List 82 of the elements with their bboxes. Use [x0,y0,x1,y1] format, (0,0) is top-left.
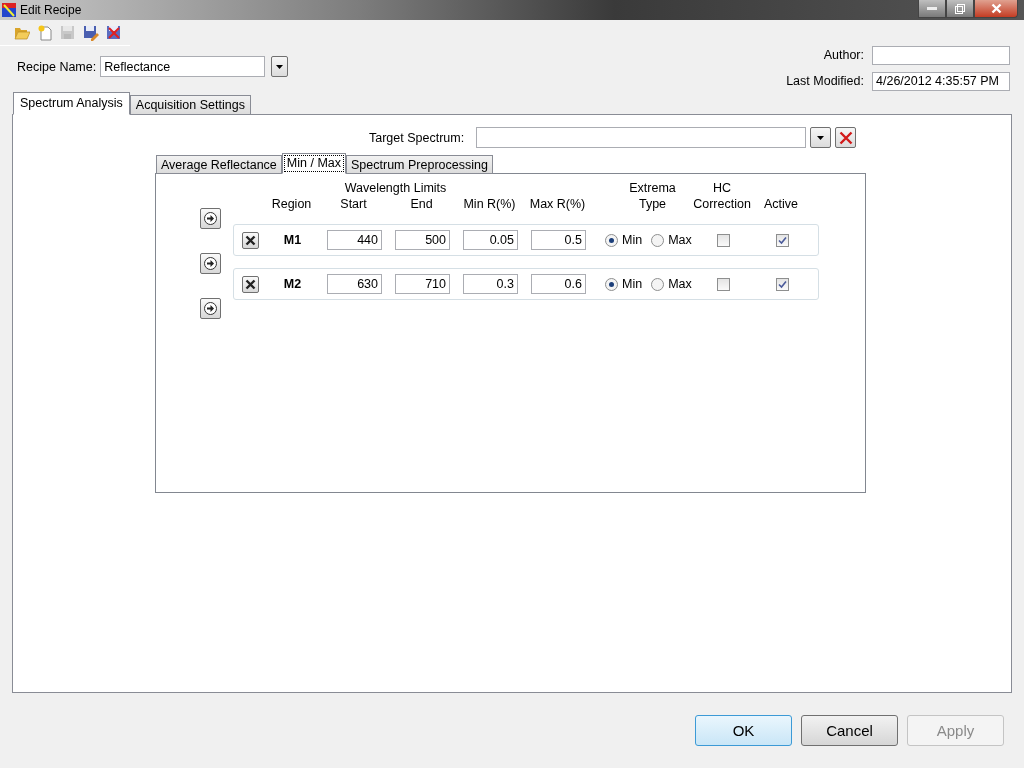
recipe-name-combo[interactable]: Reflectance [100,56,266,77]
end-field[interactable]: 500 [395,230,450,250]
end-field[interactable]: 710 [395,274,450,294]
radio-button[interactable] [651,233,665,247]
column-group-header: Wavelength Limits [343,180,448,196]
column-header: Region [271,196,312,212]
radio-button[interactable] [605,233,618,247]
max-r-field[interactable]: 0.5 [531,230,586,250]
checkmark-icon [777,235,787,245]
dialog-button[interactable]: Cancel [801,715,898,746]
start-field[interactable]: 630 [327,274,382,294]
max-r-field[interactable]: 0.6 [531,274,586,294]
radio-option[interactable]: Max [651,277,692,291]
floppy-pencil-icon [82,24,99,41]
column-header: End [410,196,433,212]
arrow-right-icon [204,257,217,270]
min-r-field[interactable]: 0.05 [463,230,518,250]
radio-button[interactable] [651,277,665,291]
column-header: HC Correction [693,180,751,212]
tab[interactable]: Spectrum Analysis [13,92,130,115]
insert-row-button[interactable] [200,298,221,319]
column-header: Extrema Type [629,180,676,212]
close-icon [990,3,1002,14]
radio-option[interactable]: Min [605,233,643,247]
minimize-icon [927,7,937,10]
dialog-button[interactable]: OK [695,715,792,746]
radio-option[interactable]: Max [651,233,692,247]
minimize-button[interactable] [918,0,946,18]
region-name: M2 [282,277,303,291]
last-modified-field[interactable]: 4/26/2012 4:35:57 PM [872,71,1010,91]
tab[interactable]: Spectrum Preprocessing [346,155,493,174]
column-header: Active [763,196,798,212]
radio-label: Max [668,233,692,247]
close-button[interactable] [974,0,1018,18]
tab[interactable]: Average Reflectance [156,155,282,174]
target-spectrum-label: Target Spectrum: [369,130,465,145]
tab[interactable]: Acquisition Settings [129,95,251,115]
restore-icon [955,3,965,14]
restore-button[interactable] [946,0,974,18]
column-header: Max R(%) [529,196,586,212]
delete-row-button[interactable] [242,275,259,293]
author-label: Author: [822,48,864,62]
checkmark-icon [777,279,787,289]
region-name: M1 [282,233,303,247]
new-document-icon [37,24,52,41]
column-header: Start [340,196,367,212]
column-header: Min R(%) [463,196,516,212]
min-r-field[interactable]: 0.3 [463,274,518,294]
checkbox[interactable] [716,233,730,247]
dropdown-button[interactable] [810,127,832,148]
radio-label: Min [622,233,643,247]
checkbox[interactable] [716,277,730,291]
clear-button[interactable] [835,127,857,148]
toolbar-button[interactable] [81,23,100,42]
tab[interactable]: Min / Max [281,153,346,174]
folder-icon [13,25,30,40]
arrow-right-icon [204,212,217,225]
recipe-name-label: Recipe Name: [17,59,97,74]
radio-label: Min [622,277,643,291]
insert-row-button[interactable] [200,253,221,274]
radio-option[interactable]: Min [605,277,643,291]
author-field[interactable] [872,45,1010,65]
close-icon [245,234,256,246]
radio-button[interactable] [605,277,618,291]
radio-label: Max [668,277,692,291]
last-modified-label: Last Modified: [786,74,864,88]
insert-row-button[interactable] [200,208,221,229]
caret-down-icon [276,64,284,69]
checkbox[interactable] [775,277,789,291]
dropdown-button[interactable] [271,56,289,77]
window-title: Edit Recipe [20,3,82,17]
checkbox[interactable] [775,233,789,247]
start-field[interactable]: 440 [327,230,382,250]
delete-row-button[interactable] [242,231,259,249]
floppy-cross-icon [105,24,122,41]
close-icon [838,130,853,145]
app-icon [2,3,16,17]
target-spectrum-field[interactable] [476,127,807,148]
close-icon [245,278,256,290]
caret-down-icon [817,135,825,140]
toolbar-button[interactable] [104,23,123,42]
arrow-right-icon [204,302,217,315]
